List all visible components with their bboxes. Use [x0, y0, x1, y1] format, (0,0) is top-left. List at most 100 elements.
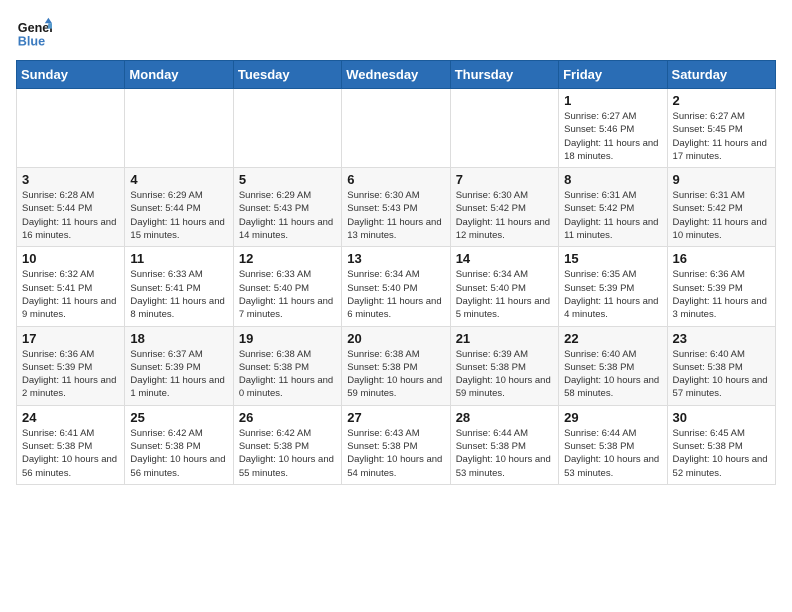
logo: General Blue — [16, 16, 56, 52]
day-info: Sunrise: 6:41 AM Sunset: 5:38 PM Dayligh… — [22, 427, 119, 480]
calendar-cell: 5 Sunrise: 6:29 AM Sunset: 5:43 PM Daylig… — [233, 168, 341, 247]
day-number: 3 — [22, 172, 119, 187]
calendar-cell: 24Sunrise: 6:41 AM Sunset: 5:38 PM Dayli… — [17, 405, 125, 484]
calendar-week-row: 24Sunrise: 6:41 AM Sunset: 5:38 PM Dayli… — [17, 405, 776, 484]
calendar-cell: 26 Sunrise: 6:42 AM Sunset: 5:38 PM Dayli… — [233, 405, 341, 484]
day-number: 28 — [456, 410, 553, 425]
day-number: 8 — [564, 172, 661, 187]
calendar-cell: 19 Sunrise: 6:38 AM Sunset: 5:38 PM Dayli… — [233, 326, 341, 405]
calendar-cell: 29 Sunrise: 6:44 AM Sunset: 5:38 PM Dayli… — [559, 405, 667, 484]
logo-icon: General Blue — [16, 16, 52, 52]
calendar-cell: 3 Sunrise: 6:28 AM Sunset: 5:44 PM Daylig… — [17, 168, 125, 247]
day-number: 30 — [673, 410, 770, 425]
calendar-week-row: 10Sunrise: 6:32 AM Sunset: 5:41 PM Dayli… — [17, 247, 776, 326]
calendar-cell: 7 Sunrise: 6:30 AM Sunset: 5:42 PM Daylig… — [450, 168, 558, 247]
calendar-cell: 16 Sunrise: 6:36 AM Sunset: 5:39 PM Dayli… — [667, 247, 775, 326]
day-info: Sunrise: 6:35 AM Sunset: 5:39 PM Dayligh… — [564, 268, 661, 321]
day-info: Sunrise: 6:36 AM Sunset: 5:39 PM Dayligh… — [22, 348, 119, 401]
calendar-cell — [450, 89, 558, 168]
day-info: Sunrise: 6:28 AM Sunset: 5:44 PM Dayligh… — [22, 189, 119, 242]
calendar-cell: 17 Sunrise: 6:36 AM Sunset: 5:39 PM Dayli… — [17, 326, 125, 405]
day-number: 5 — [239, 172, 336, 187]
calendar-cell: 18 Sunrise: 6:37 AM Sunset: 5:39 PM Dayli… — [125, 326, 233, 405]
day-number: 27 — [347, 410, 444, 425]
column-header-thursday: Thursday — [450, 61, 558, 89]
day-info: Sunrise: 6:38 AM Sunset: 5:38 PM Dayligh… — [347, 348, 444, 401]
day-number: 4 — [130, 172, 227, 187]
column-header-wednesday: Wednesday — [342, 61, 450, 89]
day-number: 15 — [564, 251, 661, 266]
calendar-cell: 15 Sunrise: 6:35 AM Sunset: 5:39 PM Dayli… — [559, 247, 667, 326]
day-number: 25 — [130, 410, 227, 425]
day-number: 11 — [130, 251, 227, 266]
calendar-cell: 1 Sunrise: 6:27 AM Sunset: 5:46 PM Daylig… — [559, 89, 667, 168]
calendar-week-row: 3 Sunrise: 6:28 AM Sunset: 5:44 PM Daylig… — [17, 168, 776, 247]
calendar-cell: 12Sunrise: 6:33 AM Sunset: 5:40 PM Dayli… — [233, 247, 341, 326]
day-info: Sunrise: 6:37 AM Sunset: 5:39 PM Dayligh… — [130, 348, 227, 401]
day-number: 29 — [564, 410, 661, 425]
day-info: Sunrise: 6:36 AM Sunset: 5:39 PM Dayligh… — [673, 268, 770, 321]
calendar-cell: 21 Sunrise: 6:39 AM Sunset: 5:38 PM Dayli… — [450, 326, 558, 405]
calendar-week-row: 17 Sunrise: 6:36 AM Sunset: 5:39 PM Dayli… — [17, 326, 776, 405]
svg-text:General: General — [18, 21, 52, 35]
column-header-friday: Friday — [559, 61, 667, 89]
day-number: 19 — [239, 331, 336, 346]
calendar-cell: 8 Sunrise: 6:31 AM Sunset: 5:42 PM Daylig… — [559, 168, 667, 247]
day-number: 14 — [456, 251, 553, 266]
calendar-cell: 30 Sunrise: 6:45 AM Sunset: 5:38 PM Dayli… — [667, 405, 775, 484]
page-header: General Blue — [16, 16, 776, 52]
day-info: Sunrise: 6:34 AM Sunset: 5:40 PM Dayligh… — [347, 268, 444, 321]
day-number: 23 — [673, 331, 770, 346]
day-info: Sunrise: 6:30 AM Sunset: 5:43 PM Dayligh… — [347, 189, 444, 242]
calendar-cell: 2Sunrise: 6:27 AM Sunset: 5:45 PM Daylig… — [667, 89, 775, 168]
day-info: Sunrise: 6:39 AM Sunset: 5:38 PM Dayligh… — [456, 348, 553, 401]
day-info: Sunrise: 6:31 AM Sunset: 5:42 PM Dayligh… — [564, 189, 661, 242]
day-number: 9 — [673, 172, 770, 187]
day-number: 10 — [22, 251, 119, 266]
day-number: 13 — [347, 251, 444, 266]
day-number: 16 — [673, 251, 770, 266]
day-info: Sunrise: 6:42 AM Sunset: 5:38 PM Dayligh… — [239, 427, 336, 480]
day-number: 7 — [456, 172, 553, 187]
day-info: Sunrise: 6:30 AM Sunset: 5:42 PM Dayligh… — [456, 189, 553, 242]
day-number: 26 — [239, 410, 336, 425]
day-number: 12 — [239, 251, 336, 266]
calendar-cell: 22Sunrise: 6:40 AM Sunset: 5:38 PM Dayli… — [559, 326, 667, 405]
day-info: Sunrise: 6:40 AM Sunset: 5:38 PM Dayligh… — [673, 348, 770, 401]
day-info: Sunrise: 6:44 AM Sunset: 5:38 PM Dayligh… — [456, 427, 553, 480]
svg-text:Blue: Blue — [18, 35, 45, 49]
day-info: Sunrise: 6:34 AM Sunset: 5:40 PM Dayligh… — [456, 268, 553, 321]
calendar-cell: 14 Sunrise: 6:34 AM Sunset: 5:40 PM Dayli… — [450, 247, 558, 326]
day-info: Sunrise: 6:27 AM Sunset: 5:46 PM Dayligh… — [564, 110, 661, 163]
day-info: Sunrise: 6:29 AM Sunset: 5:44 PM Dayligh… — [130, 189, 227, 242]
day-number: 2 — [673, 93, 770, 108]
day-number: 1 — [564, 93, 661, 108]
day-info: Sunrise: 6:38 AM Sunset: 5:38 PM Dayligh… — [239, 348, 336, 401]
calendar-cell: 27Sunrise: 6:43 AM Sunset: 5:38 PM Dayli… — [342, 405, 450, 484]
day-number: 18 — [130, 331, 227, 346]
calendar-cell — [17, 89, 125, 168]
day-number: 6 — [347, 172, 444, 187]
day-number: 20 — [347, 331, 444, 346]
calendar-cell: 13 Sunrise: 6:34 AM Sunset: 5:40 PM Dayli… — [342, 247, 450, 326]
calendar-cell: 6 Sunrise: 6:30 AM Sunset: 5:43 PM Daylig… — [342, 168, 450, 247]
calendar-cell: 20 Sunrise: 6:38 AM Sunset: 5:38 PM Dayli… — [342, 326, 450, 405]
day-number: 17 — [22, 331, 119, 346]
calendar-cell: 4 Sunrise: 6:29 AM Sunset: 5:44 PM Daylig… — [125, 168, 233, 247]
calendar-week-row: 1 Sunrise: 6:27 AM Sunset: 5:46 PM Daylig… — [17, 89, 776, 168]
day-info: Sunrise: 6:33 AM Sunset: 5:41 PM Dayligh… — [130, 268, 227, 321]
day-info: Sunrise: 6:44 AM Sunset: 5:38 PM Dayligh… — [564, 427, 661, 480]
day-info: Sunrise: 6:29 AM Sunset: 5:43 PM Dayligh… — [239, 189, 336, 242]
day-info: Sunrise: 6:45 AM Sunset: 5:38 PM Dayligh… — [673, 427, 770, 480]
calendar-cell: 23 Sunrise: 6:40 AM Sunset: 5:38 PM Dayli… — [667, 326, 775, 405]
column-header-monday: Monday — [125, 61, 233, 89]
calendar-cell: 25 Sunrise: 6:42 AM Sunset: 5:38 PM Dayli… — [125, 405, 233, 484]
calendar-cell: 10Sunrise: 6:32 AM Sunset: 5:41 PM Dayli… — [17, 247, 125, 326]
day-info: Sunrise: 6:42 AM Sunset: 5:38 PM Dayligh… — [130, 427, 227, 480]
calendar-cell: 9 Sunrise: 6:31 AM Sunset: 5:42 PM Daylig… — [667, 168, 775, 247]
calendar-cell: 11 Sunrise: 6:33 AM Sunset: 5:41 PM Dayli… — [125, 247, 233, 326]
column-header-tuesday: Tuesday — [233, 61, 341, 89]
calendar-header-row: SundayMondayTuesdayWednesdayThursdayFrid… — [17, 61, 776, 89]
day-number: 21 — [456, 331, 553, 346]
day-info: Sunrise: 6:31 AM Sunset: 5:42 PM Dayligh… — [673, 189, 770, 242]
